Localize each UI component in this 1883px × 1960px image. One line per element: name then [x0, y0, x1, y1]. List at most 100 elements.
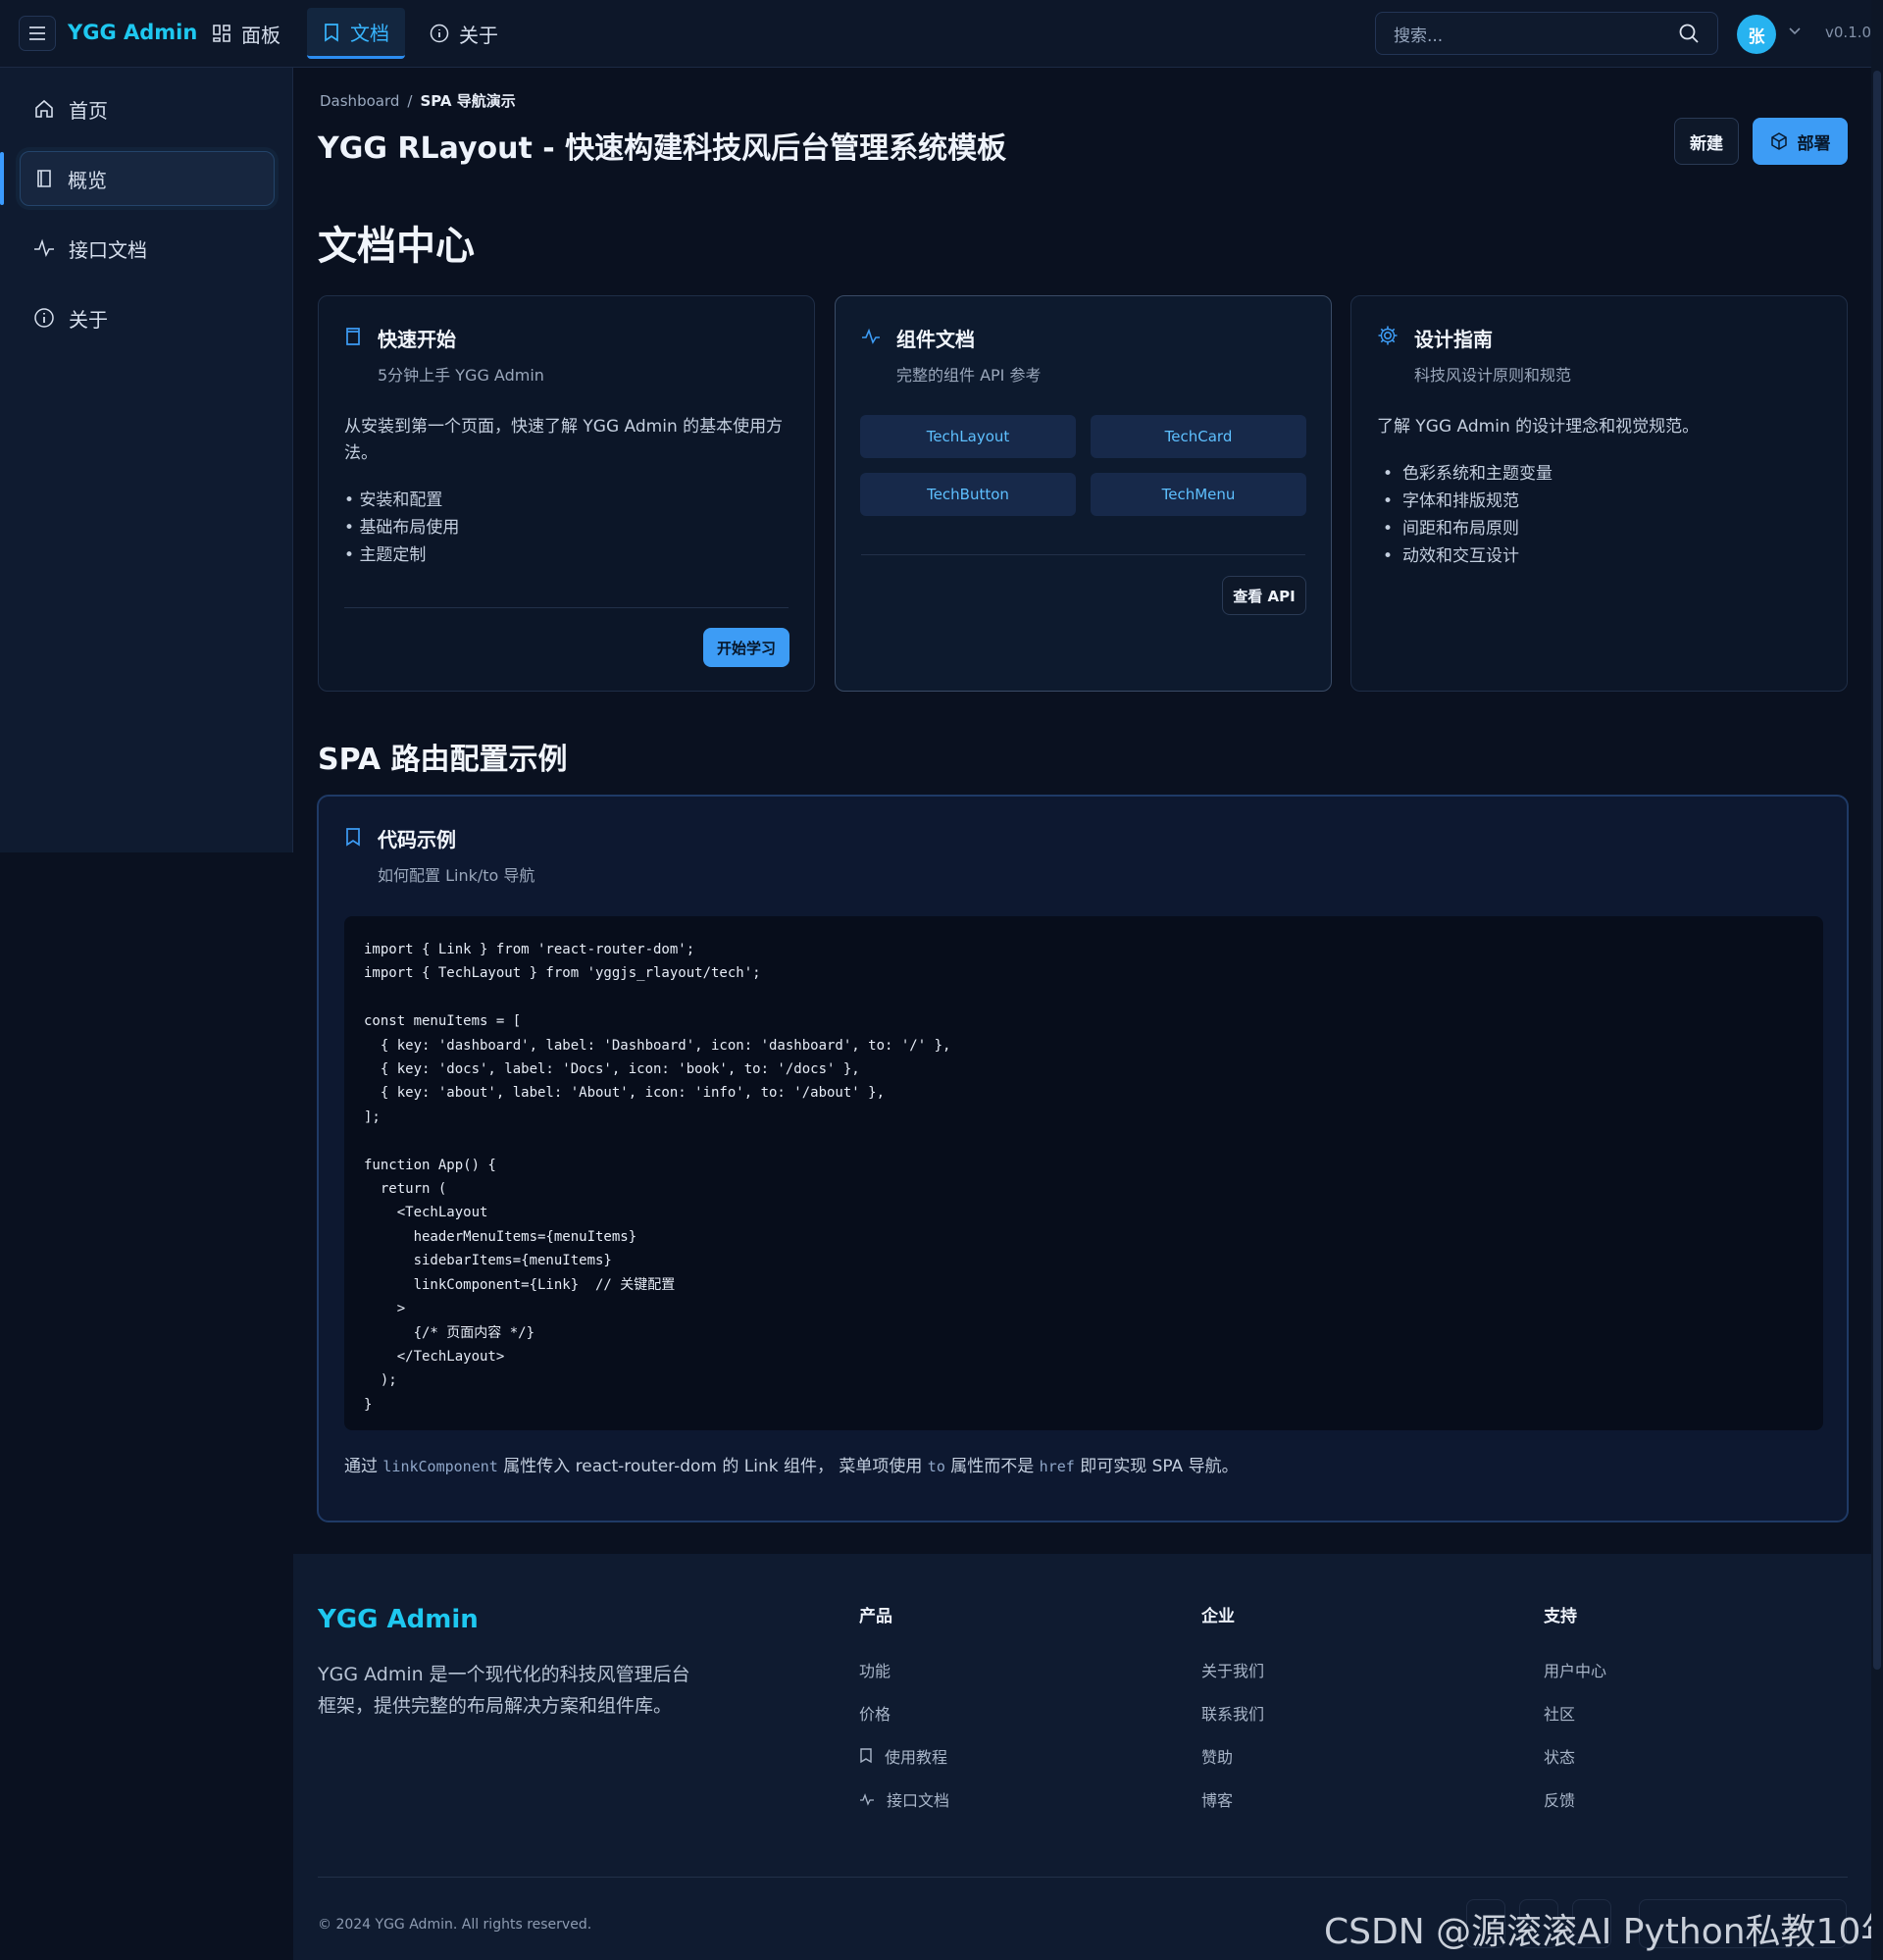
note-text: 属性而不是 — [944, 1457, 1040, 1476]
footer-link-community[interactable]: 社区 — [1544, 1691, 1606, 1734]
scrollbar-thumb[interactable] — [1873, 71, 1881, 1670]
footer-link-contact[interactable]: 联系我们 — [1201, 1691, 1264, 1734]
code-block[interactable]: import { Link } from 'react-router-dom';… — [344, 916, 1823, 1430]
footer-column-title: 支持 — [1544, 1607, 1577, 1626]
avatar[interactable]: 张 — [1737, 15, 1776, 54]
card-subtitle: 完整的组件 API 参考 — [896, 366, 1042, 385]
version-label: v0.1.0 — [1825, 24, 1872, 41]
footer-column-company: 企业 关于我们 联系我们 赞助 博客 — [1201, 1602, 1264, 1821]
design-guide-card: 设计指南 科技风设计原则和规范 了解 YGG Admin 的设计理念和视觉规范。… — [1350, 295, 1848, 692]
tab-label: 关于 — [459, 23, 498, 47]
watermark: CSDN @源滚滚AI Python私教10年 — [1324, 1912, 1883, 1952]
code-example-card: 代码示例 如何配置 Link/to 导航 import { Link } fro… — [317, 795, 1849, 1522]
footer-link-user-center[interactable]: 用户中心 — [1544, 1648, 1606, 1691]
list-item: 安装和配置 — [344, 487, 789, 514]
search-input[interactable]: 搜索... — [1375, 12, 1718, 55]
feature-list: 色彩系统和主题变量 字体和排版规范 间距和布局原则 动效和交互设计 — [1377, 460, 1821, 570]
tab-docs[interactable]: 文档 — [307, 8, 405, 59]
feature-list: 安装和配置 基础布局使用 主题定制 — [344, 487, 789, 569]
footer-brand[interactable]: YGG Admin — [318, 1605, 479, 1634]
breadcrumb-root[interactable]: Dashboard — [320, 92, 399, 110]
routes-section-title: SPA 路由配置示例 — [318, 743, 568, 777]
footer-link-blog[interactable]: 博客 — [1201, 1778, 1264, 1821]
note-code: to — [927, 1458, 945, 1475]
card-title: 设计指南 — [1414, 328, 1493, 351]
card-description: 从安装到第一个页面，快速了解 YGG Admin 的基本使用方法。 — [344, 417, 784, 463]
footer-divider — [318, 1877, 1848, 1878]
info-icon — [34, 308, 54, 328]
footer-link-sponsor[interactable]: 赞助 — [1201, 1734, 1264, 1778]
list-item: 色彩系统和主题变量 — [1377, 460, 1821, 488]
sidebar: 首页 概览 接口文档 关于 — [0, 68, 293, 852]
card-description: 了解 YGG Admin 的设计理念和视觉规范。 — [1377, 417, 1700, 437]
footer-link-pricing[interactable]: 价格 — [859, 1691, 949, 1734]
footer-link-tutorial[interactable]: 使用教程 — [859, 1734, 949, 1778]
card-header: 代码示例 如何配置 Link/to 导航 — [344, 824, 534, 886]
techlayout-button[interactable]: TechLayout — [860, 415, 1076, 458]
footer-link-api-docs[interactable]: 接口文档 — [859, 1778, 949, 1821]
card-title: 代码示例 — [378, 828, 456, 851]
footer-link-label: 状态 — [1544, 1748, 1576, 1767]
list-item: 主题定制 — [344, 542, 789, 569]
gear-icon — [1378, 326, 1398, 345]
footer-link-status[interactable]: 状态 — [1544, 1734, 1606, 1778]
home-icon — [35, 99, 53, 118]
new-button[interactable]: 新建 — [1674, 118, 1739, 165]
sidebar-item-overview[interactable]: 概览 — [20, 151, 275, 206]
list-item: 动效和交互设计 — [1377, 542, 1821, 570]
footer-link-label: 反馈 — [1544, 1791, 1576, 1810]
sidebar-item-label: 接口文档 — [69, 237, 147, 262]
footer-link-label: 使用教程 — [885, 1748, 948, 1767]
search-icon[interactable] — [1678, 23, 1700, 44]
note-text: 即可实现 SPA 导航。 — [1074, 1457, 1239, 1476]
tab-dashboard[interactable]: 面板 — [196, 8, 296, 59]
card-body: 从安装到第一个页面，快速了解 YGG Admin 的基本使用方法。 安装和配置 … — [344, 414, 789, 569]
search-placeholder: 搜索... — [1394, 26, 1444, 46]
package-icon — [1770, 132, 1787, 150]
view-api-button[interactable]: 查看 API — [1222, 576, 1306, 615]
book-icon — [37, 170, 51, 187]
section-title: 文档中心 — [318, 224, 475, 269]
deploy-label: 部署 — [1797, 133, 1831, 154]
start-learning-button[interactable]: 开始学习 — [703, 628, 789, 667]
footer-link-features[interactable]: 功能 — [859, 1648, 949, 1691]
footer-link-about-us[interactable]: 关于我们 — [1201, 1648, 1264, 1691]
card-header: 设计指南 科技风设计原则和规范 — [1377, 324, 1571, 386]
list-item: 间距和布局原则 — [1377, 515, 1821, 542]
techmenu-button[interactable]: TechMenu — [1091, 473, 1306, 516]
footer-link-label: 价格 — [859, 1705, 891, 1724]
footer: YGG Admin YGG Admin 是一个现代化的科技风管理后台框架，提供完… — [293, 1554, 1871, 1960]
footer-description: YGG Admin 是一个现代化的科技风管理后台框架，提供完整的布局解决方案和组… — [318, 1664, 690, 1717]
card-body: 了解 YGG Admin 的设计理念和视觉规范。 色彩系统和主题变量 字体和排版… — [1377, 414, 1821, 570]
divider — [861, 554, 1305, 555]
tab-label: 面板 — [241, 23, 280, 47]
footer-link-label: 功能 — [859, 1662, 891, 1680]
footer-column-support: 支持 用户中心 社区 状态 反馈 — [1544, 1602, 1606, 1821]
tab-label: 文档 — [350, 22, 389, 45]
footer-link-label: 用户中心 — [1544, 1662, 1607, 1680]
techcard-button[interactable]: TechCard — [1091, 415, 1306, 458]
app-root: { "header": { "brand": "YGG Admin", "tab… — [0, 0, 1883, 1960]
tab-about[interactable]: 关于 — [414, 8, 514, 59]
sidebar-item-about[interactable]: 关于 — [20, 290, 275, 345]
dashboard-icon — [213, 25, 230, 42]
chevron-down-icon[interactable] — [1788, 24, 1802, 37]
top-header: YGG Admin 面板 文档 关于 搜索... 张 v0.1.0 — [0, 0, 1871, 68]
sidebar-item-home[interactable]: 首页 — [20, 81, 275, 136]
footer-link-label: 联系我们 — [1201, 1705, 1265, 1724]
bookmark-icon — [860, 1748, 872, 1764]
card-subtitle: 5分钟上手 YGG Admin — [378, 366, 544, 385]
menu-toggle-button[interactable] — [19, 16, 56, 51]
techbutton-button[interactable]: TechButton — [860, 473, 1076, 516]
activity-icon — [862, 328, 880, 344]
brand-logo[interactable]: YGG Admin — [68, 21, 197, 44]
sidebar-item-label: 首页 — [69, 98, 108, 123]
card-header: 快速开始 5分钟上手 YGG Admin — [344, 324, 544, 386]
footer-column-title: 产品 — [859, 1607, 892, 1626]
footer-link-feedback[interactable]: 反馈 — [1544, 1778, 1606, 1821]
footer-link-label: 关于我们 — [1201, 1662, 1265, 1680]
footer-link-label: 社区 — [1544, 1705, 1576, 1724]
sidebar-item-api-docs[interactable]: 接口文档 — [20, 221, 275, 276]
card-header: 组件文档 完整的组件 API 参考 — [861, 324, 1042, 386]
deploy-button[interactable]: 部署 — [1753, 118, 1848, 165]
